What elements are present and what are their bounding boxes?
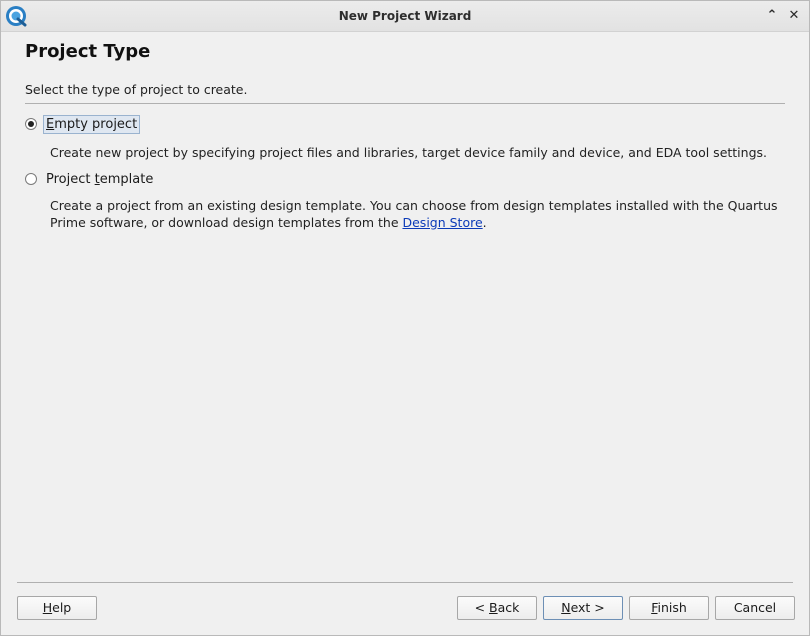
- design-store-link[interactable]: Design Store: [402, 215, 482, 230]
- radio-label-project-template[interactable]: Project template: [43, 171, 156, 188]
- page-title: Project Type: [25, 41, 151, 62]
- new-project-wizard-window: New Project Wizard ⌃ ✕ Project Type Sele…: [0, 0, 810, 636]
- radio-button-project-template[interactable]: [25, 173, 37, 185]
- title-bar: New Project Wizard ⌃ ✕: [1, 1, 809, 32]
- radio-empty-project[interactable]: Empty project: [25, 114, 141, 134]
- wizard-content: Project Type Select the type of project …: [1, 32, 809, 635]
- radio-button-empty-project[interactable]: [25, 118, 37, 130]
- close-icon[interactable]: ✕: [786, 8, 802, 24]
- help-button[interactable]: Help: [17, 596, 97, 620]
- next-button[interactable]: Next >: [543, 596, 623, 620]
- radio-label-empty-project[interactable]: Empty project: [43, 114, 141, 134]
- page-subtitle: Select the type of project to create.: [25, 82, 248, 97]
- radio-project-template[interactable]: Project template: [25, 169, 156, 189]
- window-title: New Project Wizard: [338, 9, 472, 23]
- header-divider: [25, 103, 785, 104]
- finish-button[interactable]: Finish: [629, 596, 709, 620]
- back-button[interactable]: < Back: [457, 596, 537, 620]
- project-template-description: Create a project from an existing design…: [50, 198, 778, 230]
- cancel-button[interactable]: Cancel: [715, 596, 795, 620]
- empty-project-description: Create new project by specifying project…: [50, 145, 767, 160]
- chevron-up-icon[interactable]: ⌃: [764, 8, 780, 24]
- footer-divider: [17, 582, 793, 583]
